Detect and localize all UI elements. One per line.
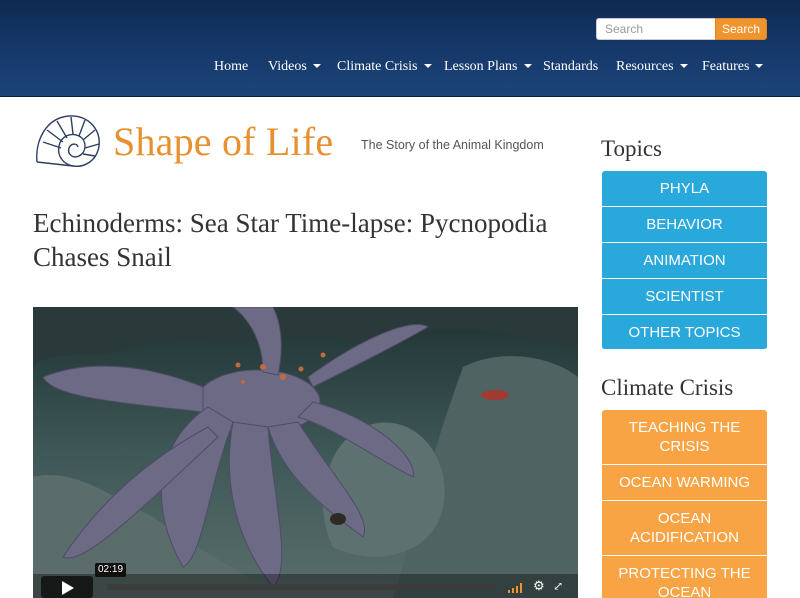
logo-title: Shape of Life bbox=[113, 119, 334, 164]
video-player[interactable]: 02:19 ⚙ ⤢ bbox=[33, 307, 578, 598]
gear-icon[interactable]: ⚙ bbox=[533, 579, 545, 592]
topic-button-phyla[interactable]: PHYLA bbox=[602, 171, 767, 207]
site-logo[interactable]: Shape of Life The Story of the Animal Ki… bbox=[33, 112, 544, 172]
video-controls: 02:19 ⚙ ⤢ bbox=[33, 563, 578, 598]
topics-heading: Topics bbox=[601, 136, 662, 161]
fullscreen-icon[interactable]: ⤢ bbox=[553, 580, 563, 592]
search-button[interactable]: Search bbox=[715, 18, 767, 40]
climate-button-ocean-warming[interactable]: OCEAN WARMING bbox=[602, 465, 767, 501]
page-title: Echinoderms: Sea Star Time-lapse: Pycnop… bbox=[33, 208, 548, 272]
nav-item-label: Videos bbox=[268, 59, 307, 74]
nav-item-label: Features bbox=[702, 59, 750, 74]
search-input[interactable] bbox=[596, 18, 716, 40]
nav-item-standards[interactable]: Standards bbox=[543, 58, 598, 76]
topic-button-scientist[interactable]: SCIENTIST bbox=[602, 279, 767, 315]
caret-down-icon bbox=[423, 63, 432, 68]
climate-button-teaching-the-crisis[interactable]: TEACHING THE CRISIS bbox=[602, 410, 767, 465]
nav-item-lesson-plans[interactable]: Lesson Plans bbox=[444, 58, 532, 76]
topic-button-other-topics[interactable]: OTHER TOPICS bbox=[602, 315, 767, 350]
nav-item-label: Standards bbox=[543, 59, 599, 74]
nav-item-climate-crisis[interactable]: Climate Crisis bbox=[337, 58, 432, 76]
caret-down-icon bbox=[679, 63, 688, 68]
caret-down-icon bbox=[755, 63, 764, 68]
climate-button-ocean-acidification[interactable]: OCEAN ACIDIFICATION bbox=[602, 501, 767, 556]
nautilus-shell-icon bbox=[36, 115, 100, 167]
nav-item-home[interactable]: Home bbox=[214, 58, 248, 76]
nav-item-videos[interactable]: Videos bbox=[268, 58, 321, 76]
main-nav: Home Videos Climate Crisis Lesson Plans … bbox=[0, 58, 800, 78]
topic-button-behavior[interactable]: BEHAVIOR bbox=[602, 207, 767, 243]
site-header: Search Home Videos Climate Crisis Lesson… bbox=[0, 0, 800, 97]
play-button[interactable] bbox=[41, 576, 93, 598]
topic-button-animation[interactable]: ANIMATION bbox=[602, 243, 767, 279]
logo-tagline: The Story of the Animal Kingdom bbox=[361, 138, 544, 152]
nav-item-label: Home bbox=[214, 59, 249, 74]
video-frame bbox=[33, 307, 578, 598]
nav-item-features[interactable]: Features bbox=[702, 58, 764, 76]
climate-button-protecting-the-ocean[interactable]: PROTECTING THE OCEAN bbox=[602, 556, 767, 598]
climate-crisis-heading: Climate Crisis bbox=[601, 375, 734, 400]
caret-down-icon bbox=[523, 63, 532, 68]
nav-item-label: Lesson Plans bbox=[444, 59, 518, 74]
topics-list: PHYLA BEHAVIOR ANIMATION SCIENTIST OTHER… bbox=[602, 171, 767, 350]
nav-item-label: Climate Crisis bbox=[337, 59, 418, 74]
video-time: 02:19 bbox=[95, 563, 127, 577]
caret-down-icon bbox=[312, 63, 321, 68]
video-progress-bar[interactable] bbox=[107, 584, 497, 590]
volume-icon[interactable] bbox=[507, 581, 525, 593]
nav-item-resources[interactable]: Resources bbox=[616, 58, 688, 76]
nav-item-label: Resources bbox=[616, 59, 674, 74]
climate-list: TEACHING THE CRISIS OCEAN WARMING OCEAN … bbox=[602, 410, 767, 598]
